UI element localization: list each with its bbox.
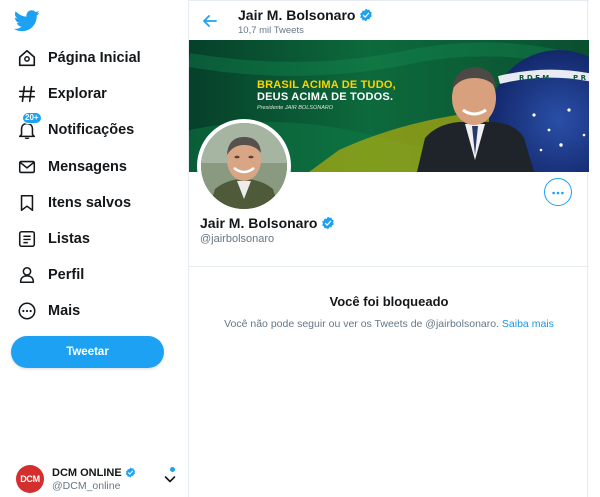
divider xyxy=(189,266,589,267)
nav-item-explore[interactable]: Explorar xyxy=(16,79,107,109)
more-options-button[interactable] xyxy=(544,178,572,206)
mail-icon xyxy=(16,156,38,178)
account-name: DCM ONLINE xyxy=(52,466,122,479)
top-border xyxy=(189,0,589,1)
bell-icon: 20+ xyxy=(16,112,42,141)
more-circle-icon xyxy=(16,300,38,322)
bookmark-icon xyxy=(16,192,38,214)
profile-name: Jair M. Bolsonaro xyxy=(200,215,318,231)
account-switcher[interactable]: DCM DCM ONLINE @DCM_online xyxy=(16,464,181,494)
account-handle: @DCM_online xyxy=(52,479,121,492)
svg-text:P R: P R xyxy=(573,74,587,82)
blocked-title: Você foi bloqueado xyxy=(329,294,449,309)
verified-icon xyxy=(125,467,136,478)
header-name: Jair M. Bolsonaro xyxy=(238,7,356,23)
verified-icon xyxy=(321,216,335,230)
svg-text:R D E M: R D E M xyxy=(519,74,549,82)
nav-label: Perfil xyxy=(48,267,85,283)
profile-header: Jair M. Bolsonaro 10,7 mil Tweets xyxy=(189,2,589,40)
nav-label: Itens salvos xyxy=(48,195,132,211)
hashtag-icon xyxy=(16,83,38,105)
notification-badge: 20+ xyxy=(22,112,42,124)
profile-handle: @jairbolsonaro xyxy=(200,233,275,245)
learn-more-link[interactable]: Saiba mais xyxy=(502,318,554,330)
nav-label: Explorar xyxy=(48,86,107,102)
nav-label: Mensagens xyxy=(48,159,127,175)
blocked-message: Você não pode seguir ou ver os Tweets de… xyxy=(224,318,499,330)
nav-item-bookmarks[interactable]: Itens salvos xyxy=(16,188,131,218)
banner-caption: Presidente JAIR BOLSONARO xyxy=(257,105,334,111)
list-icon xyxy=(16,228,38,250)
nav-label: Notificações xyxy=(48,122,135,138)
more-icon xyxy=(551,183,565,201)
verified-icon xyxy=(359,8,373,22)
back-arrow-icon[interactable] xyxy=(201,12,219,30)
banner-slogan: BRASIL ACIMA DE TUDO, DEUS ACIMA DE TODO… xyxy=(257,79,396,103)
home-icon xyxy=(16,47,38,69)
banner-line-2: DEUS ACIMA DE TODOS. xyxy=(257,91,394,103)
profile-avatar[interactable] xyxy=(197,119,291,213)
chevron-down-icon[interactable] xyxy=(163,472,177,486)
nav-item-lists[interactable]: Listas xyxy=(16,224,90,254)
twitter-bird-icon[interactable] xyxy=(13,10,40,32)
nav-label: Página Inicial xyxy=(48,50,141,66)
tweet-count: 10,7 mil Tweets xyxy=(238,25,304,36)
tweet-button[interactable]: Tweetar xyxy=(11,336,164,368)
person-icon xyxy=(16,264,38,286)
nav-item-profile[interactable]: Perfil xyxy=(16,260,84,290)
nav-item-more[interactable]: Mais xyxy=(16,296,80,326)
blocked-message-row: Você não pode seguir ou ver os Tweets de… xyxy=(189,318,589,330)
nav-label: Listas xyxy=(48,231,90,247)
nav-item-notifications[interactable]: 20+ Notificações xyxy=(16,112,135,145)
avatar: DCM xyxy=(16,465,44,493)
banner-line-1: BRASIL ACIMA DE TUDO, xyxy=(257,79,396,91)
profile-column: Jair M. Bolsonaro 10,7 mil Tweets R D E … xyxy=(188,0,589,497)
nav-item-home[interactable]: Página Inicial xyxy=(16,43,141,73)
sidebar: Página Inicial Explorar 20+ Notificações… xyxy=(0,0,188,497)
nav-item-messages[interactable]: Mensagens xyxy=(16,152,127,182)
nav-label: Mais xyxy=(48,303,81,319)
